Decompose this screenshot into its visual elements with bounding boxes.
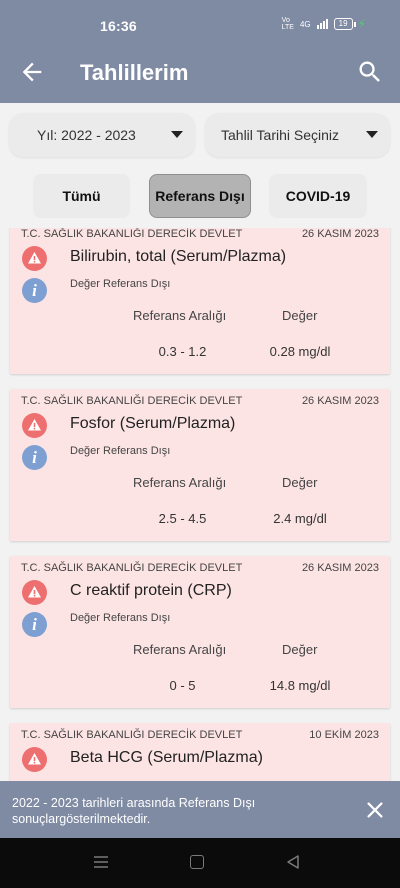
page-title: Tahlillerim xyxy=(80,60,189,85)
chip-all[interactable]: Tümü xyxy=(33,174,130,218)
warning-icon xyxy=(22,580,47,605)
result-value: 14.8 mg/dl xyxy=(269,678,331,693)
snackbar-message: 2022 - 2023 tarihleri arasında Referans … xyxy=(12,796,256,826)
reference-range-header: Referans Aralığı xyxy=(133,475,227,490)
nav-back-icon[interactable] xyxy=(285,854,301,870)
info-icon[interactable]: i xyxy=(22,612,47,637)
value-header: Değer xyxy=(282,642,318,657)
network-type: 4G xyxy=(299,19,311,29)
snackbar: 2022 - 2023 tarihleri arasında Referans … xyxy=(0,781,400,838)
system-nav-bar xyxy=(0,838,400,888)
result-test-name: Bilirubin, total (Serum/Plazma) xyxy=(70,248,287,265)
result-status: Değer Referans Dışı xyxy=(70,612,171,624)
charging-icon: ⚡ xyxy=(357,17,366,31)
home-icon[interactable] xyxy=(190,855,204,869)
result-institution: T.C. SAĞLIK BAKANLIĞI DERECİK DEVLET xyxy=(21,228,243,240)
reference-range-value: 0 - 5 xyxy=(169,678,196,693)
signal-icon xyxy=(316,19,328,29)
volte-icon: Vo LTE xyxy=(281,17,294,31)
battery-level: 19 xyxy=(333,18,353,30)
chip-out-of-reference[interactable]: Referans Dışı xyxy=(149,174,251,218)
chevron-down-icon xyxy=(171,131,183,138)
result-card[interactable]: T.C. SAĞLIK BAKANLIĞI DERECİK DEVLET 10 … xyxy=(10,723,390,781)
year-dropdown[interactable]: Yıl: 2022 - 2023 xyxy=(9,113,195,157)
reference-range-header: Referans Aralığı xyxy=(133,642,227,657)
result-value: 0.28 mg/dl xyxy=(269,344,331,359)
status-bar: 16:36 Vo LTE 4G 19 ⚡ xyxy=(0,0,400,42)
date-dropdown[interactable]: Tahlil Tarihi Seçiniz xyxy=(205,113,390,157)
close-icon[interactable] xyxy=(364,799,386,821)
result-date: 26 KASIM 2023 xyxy=(301,395,379,407)
status-icons: Vo LTE 4G 19 ⚡ xyxy=(282,17,366,31)
value-header: Değer xyxy=(282,308,318,323)
reference-range-header: Referans Aralığı xyxy=(133,308,227,323)
reference-range-value: 2.5 - 4.5 xyxy=(158,511,207,526)
result-card[interactable]: T.C. SAĞLIK BAKANLIĞI DERECİK DEVLET 26 … xyxy=(10,228,390,374)
result-institution: T.C. SAĞLIK BAKANLIĞI DERECİK DEVLET xyxy=(21,395,243,407)
result-date: 26 KASIM 2023 xyxy=(301,562,379,574)
filters-panel: Yıl: 2022 - 2023 Tahlil Tarihi Seçiniz T… xyxy=(0,103,400,228)
result-institution: T.C. SAĞLIK BAKANLIĞI DERECİK DEVLET xyxy=(21,729,243,741)
info-icon[interactable]: i xyxy=(22,278,47,303)
date-dropdown-label: Tahlil Tarihi Seçiniz xyxy=(221,127,340,143)
chevron-down-icon xyxy=(366,131,378,138)
result-test-name: Beta HCG (Serum/Plazma) xyxy=(70,749,263,766)
value-header: Değer xyxy=(282,475,318,490)
warning-icon xyxy=(22,413,47,438)
search-icon[interactable] xyxy=(356,58,384,86)
results-list[interactable]: T.C. SAĞLIK BAKANLIĞI DERECİK DEVLET 26 … xyxy=(0,228,400,781)
chip-covid-19[interactable]: COVID-19 xyxy=(269,174,367,218)
result-card[interactable]: T.C. SAĞLIK BAKANLIĞI DERECİK DEVLET 26 … xyxy=(10,389,390,541)
battery-icon: 19 ⚡ xyxy=(333,17,366,31)
result-value: 2.4 mg/dl xyxy=(273,511,327,526)
result-status: Değer Referans Dışı xyxy=(70,445,171,457)
result-test-name: Fosfor (Serum/Plazma) xyxy=(70,415,236,432)
warning-icon xyxy=(22,747,47,772)
result-date: 10 EKİM 2023 xyxy=(309,729,379,741)
result-status: Değer Referans Dışı xyxy=(70,278,171,290)
back-arrow-icon[interactable] xyxy=(18,58,46,86)
status-time: 16:36 xyxy=(100,18,137,34)
warning-icon xyxy=(22,246,47,271)
year-dropdown-label: Yıl: 2022 - 2023 xyxy=(37,127,136,143)
result-card[interactable]: T.C. SAĞLIK BAKANLIĞI DERECİK DEVLET 26 … xyxy=(10,556,390,708)
result-date: 26 KASIM 2023 xyxy=(301,228,379,240)
result-test-name: C reaktif protein (CRP) xyxy=(70,582,232,599)
info-icon[interactable]: i xyxy=(22,445,47,470)
result-institution: T.C. SAĞLIK BAKANLIĞI DERECİK DEVLET xyxy=(21,562,243,574)
app-bar: Tahlillerim xyxy=(0,42,400,103)
recent-apps-icon[interactable] xyxy=(94,856,108,868)
reference-range-value: 0.3 - 1.2 xyxy=(158,344,207,359)
